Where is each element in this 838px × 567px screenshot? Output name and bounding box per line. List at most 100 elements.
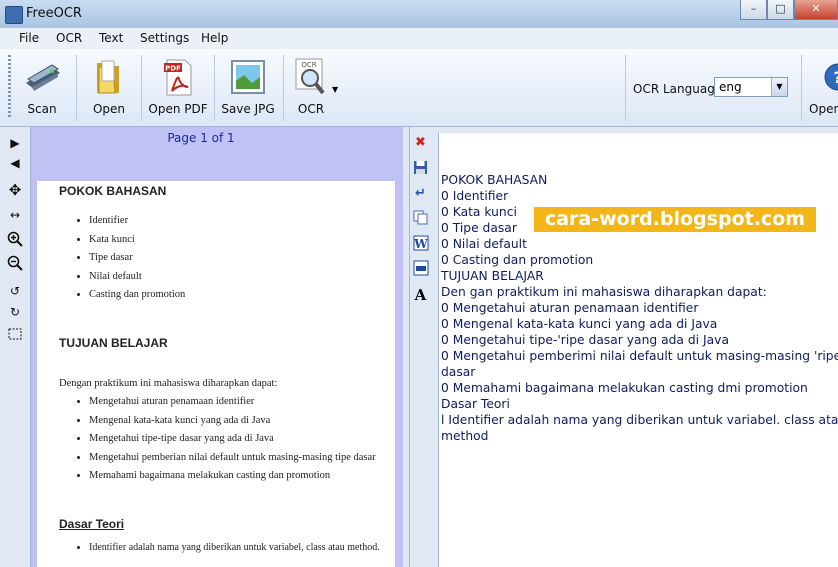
help-circle-icon: ? bbox=[820, 57, 838, 97]
toolbar-separator bbox=[625, 55, 626, 121]
toolbar-separator bbox=[141, 55, 142, 121]
move-icon[interactable]: ✥ bbox=[7, 182, 23, 198]
window-controls: – □ ✕ bbox=[740, 0, 838, 20]
open-pdf-label: Open PDF bbox=[148, 102, 208, 116]
open-right-button[interactable]: ? Open bbox=[806, 55, 838, 123]
list-item: Memahami bagaimana melakukan casting dan… bbox=[89, 470, 376, 489]
ocr-text-line: 0 Nilai default bbox=[441, 237, 527, 251]
list-item: Mengenal kata-kata kunci yang ada di Jav… bbox=[89, 415, 376, 434]
toolbar-separator bbox=[801, 55, 802, 121]
open-label: Open bbox=[92, 102, 126, 116]
ocr-text-line: TUJUAN BELAJAR bbox=[441, 269, 544, 283]
image-viewer[interactable]: Page 1 of 1 POKOK BAHASAN Identifier Kat… bbox=[31, 127, 403, 567]
list-item: Casting dan promotion bbox=[89, 289, 185, 308]
list-item: Mengetahui pemberian nilai default untuk… bbox=[89, 452, 376, 471]
ocr-language-label: OCR Language: bbox=[633, 82, 727, 96]
doc-list-topics: Identifier Kata kunci Tipe dasar Nilai d… bbox=[59, 215, 185, 308]
svg-text:?: ? bbox=[833, 68, 838, 87]
ocr-text-line: 0 Mengenal kata-kata kunci yang ada di J… bbox=[441, 317, 718, 331]
text-tool-strip: ✖ ↵ W A bbox=[409, 127, 432, 567]
ocr-text-line: 0 Casting dan promotion bbox=[441, 253, 594, 267]
menu-text[interactable]: Text bbox=[99, 31, 123, 45]
ocr-text-line: Dasar Teori bbox=[441, 397, 510, 411]
ocr-text-panel: POKOK BAHASAN 0 Identifier 0 Kata kunci … bbox=[431, 127, 838, 567]
ocr-text-line: 0 Mengetahui aturan penamaan identifier bbox=[441, 301, 699, 315]
folder-icon bbox=[89, 57, 129, 97]
close-button[interactable]: ✕ bbox=[794, 0, 838, 20]
open-pdf-button[interactable]: PDF Open PDF bbox=[147, 55, 209, 123]
list-item: Kata kunci bbox=[89, 234, 185, 253]
ocr-text-line: dasar bbox=[441, 365, 476, 379]
ocr-dropdown-arrow-icon[interactable]: ▼ bbox=[332, 85, 338, 94]
ocr-text-line: 0 Memahami bagaimana melakukan casting d… bbox=[441, 381, 808, 395]
list-item: Mengetahui tipe-tipe dasar yang ada di J… bbox=[89, 433, 376, 452]
ocr-language-value: eng bbox=[719, 80, 742, 94]
save-jpg-label: Save JPG bbox=[221, 102, 275, 116]
maximize-button[interactable]: □ bbox=[767, 0, 794, 20]
clear-text-icon[interactable]: ✖ bbox=[412, 134, 429, 151]
rtf-export-icon[interactable] bbox=[412, 260, 429, 277]
ocr-text-line: 0 Mengetahui tipe-'ripe dasar yang ada d… bbox=[441, 333, 729, 347]
menu-file[interactable]: File bbox=[19, 31, 39, 45]
ocr-text-line: 0 Identifier bbox=[441, 189, 509, 203]
chevron-down-icon[interactable]: ▼ bbox=[771, 78, 787, 96]
ocr-text-line: method bbox=[441, 429, 489, 443]
ocr-text-line: POKOK BAHASAN bbox=[441, 173, 548, 187]
ocr-text-editor[interactable]: POKOK BAHASAN 0 Identifier 0 Kata kunci … bbox=[438, 133, 838, 567]
open-right-label: Open bbox=[809, 102, 838, 116]
ocr-text-line: 0 Mengetahui pemberimi nilai default unt… bbox=[441, 349, 838, 363]
select-area-icon[interactable] bbox=[7, 328, 23, 344]
font-icon[interactable]: A bbox=[412, 287, 429, 304]
open-button[interactable]: Open bbox=[82, 55, 136, 123]
rotate-right-icon[interactable]: ↻ bbox=[7, 304, 23, 320]
toolbar: Scan Open PDF Open PDF Save JPG OCR OCR … bbox=[0, 49, 838, 127]
scan-button[interactable]: Scan bbox=[14, 55, 70, 123]
doc-heading-pokok: POKOK BAHASAN bbox=[59, 184, 167, 198]
app-icon bbox=[5, 6, 23, 24]
doc-list-theory: Identifier adalah nama yang diberikan un… bbox=[59, 542, 380, 561]
scanned-page[interactable]: POKOK BAHASAN Identifier Kata kunci Tipe… bbox=[37, 181, 395, 567]
fit-width-icon[interactable]: ↔ bbox=[7, 207, 23, 223]
doc-heading-tujuan: TUJUAN BELAJAR bbox=[59, 336, 168, 350]
ocr-text-line: Den gan praktikum ini mahasiswa diharapk… bbox=[441, 285, 767, 299]
window-title: FreeOCR bbox=[26, 6, 82, 21]
save-disk-icon[interactable] bbox=[412, 160, 429, 177]
rotate-left-icon[interactable]: ↺ bbox=[7, 283, 23, 299]
doc-heading-dasar: Dasar Teori bbox=[59, 517, 125, 531]
zoom-in-icon[interactable] bbox=[7, 231, 23, 247]
list-item: Identifier bbox=[89, 215, 185, 234]
zoom-out-icon[interactable] bbox=[7, 255, 23, 271]
menu-help[interactable]: Help bbox=[201, 31, 228, 45]
viewer-tool-strip: ▶ ◀ ✥ ↔ ↺ ↻ bbox=[0, 127, 31, 567]
return-arrow-icon[interactable]: ↵ bbox=[412, 185, 429, 202]
toolbar-separator bbox=[214, 55, 215, 121]
toolbar-separator bbox=[283, 55, 284, 121]
copy-icon[interactable] bbox=[412, 210, 429, 227]
next-page-icon[interactable]: ▶ bbox=[7, 135, 23, 151]
ocr-language-select[interactable]: eng ▼ bbox=[714, 77, 788, 97]
image-icon bbox=[228, 57, 268, 97]
save-jpg-button[interactable]: Save JPG bbox=[220, 55, 276, 123]
doc-intro: Dengan praktikum ini mahasiswa diharapka… bbox=[59, 378, 278, 389]
menu-settings[interactable]: Settings bbox=[140, 31, 189, 45]
scan-label: Scan bbox=[27, 102, 57, 116]
previous-page-icon[interactable]: ◀ bbox=[7, 155, 23, 171]
toolbar-grip[interactable] bbox=[8, 55, 11, 119]
word-export-icon[interactable]: W bbox=[412, 235, 429, 252]
scanner-icon bbox=[22, 57, 62, 97]
pdf-badge-text: PDF bbox=[165, 65, 181, 73]
ocr-text-line: 0 Kata kunci bbox=[441, 205, 517, 219]
menu-ocr[interactable]: OCR bbox=[56, 31, 82, 45]
minimize-button[interactable]: – bbox=[740, 0, 767, 20]
ocr-label: OCR bbox=[297, 102, 325, 116]
ocr-badge-text: OCR bbox=[301, 61, 316, 69]
ocr-text-line: l Identifier adalah nama yang diberikan … bbox=[441, 413, 838, 427]
doc-list-goals: Mengetahui aturan penamaan identifier Me… bbox=[59, 396, 376, 489]
watermark-banner: cara-word.blogspot.com bbox=[534, 207, 816, 232]
list-item: Nilai default bbox=[89, 271, 185, 290]
ocr-button[interactable]: OCR OCR bbox=[288, 55, 334, 123]
page-indicator: Page 1 of 1 bbox=[167, 131, 235, 145]
list-item: Identifier adalah nama yang diberikan un… bbox=[89, 542, 380, 561]
list-item: Tipe dasar bbox=[89, 252, 185, 271]
list-item: Mengetahui aturan penamaan identifier bbox=[89, 396, 376, 415]
